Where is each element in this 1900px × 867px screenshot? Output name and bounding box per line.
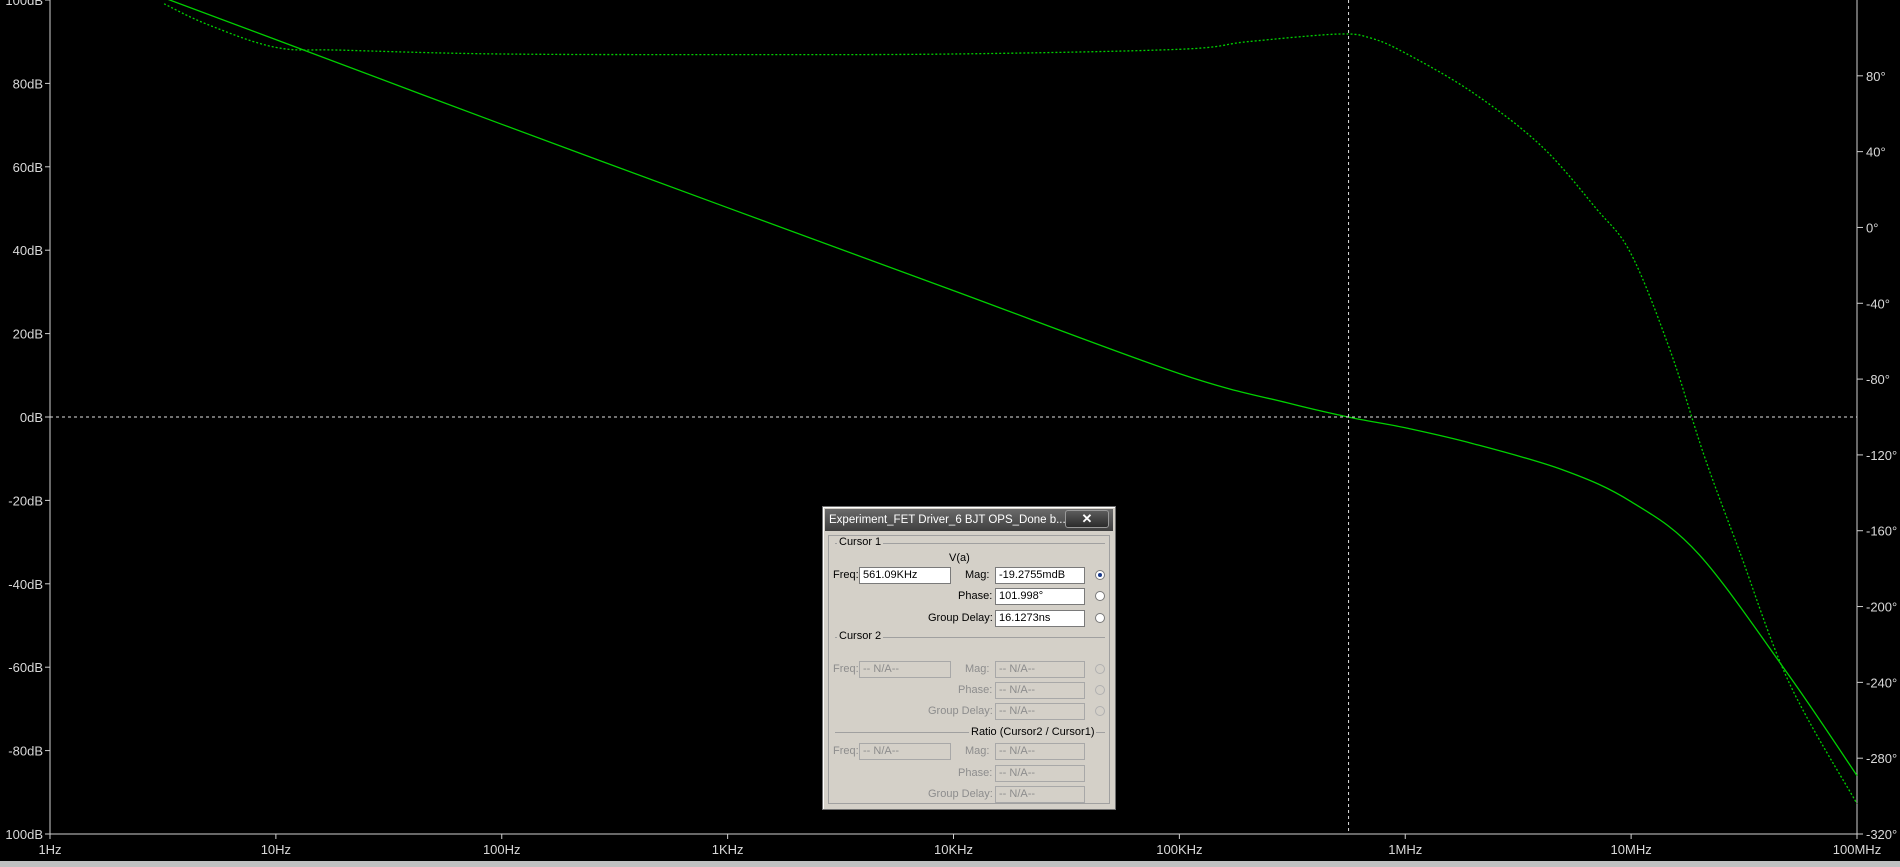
y-left-tick-label: 80dB xyxy=(13,76,43,91)
status-strip xyxy=(0,861,1900,867)
cursor1-phase-radio[interactable] xyxy=(1095,591,1105,601)
cursor1-trace: V(a) xyxy=(949,552,970,564)
cursor1-mag-field[interactable]: -19.2755mdB xyxy=(995,567,1085,584)
cursor2-gd-radio[interactable] xyxy=(1095,706,1105,716)
y-left-tick-label: -20dB xyxy=(8,493,43,508)
x-tick-label: 1MHz xyxy=(1388,842,1422,857)
y-right-tick-label: 80° xyxy=(1866,69,1886,84)
cursor2-mag-radio[interactable] xyxy=(1095,664,1105,674)
cursor2-title: Cursor 2 xyxy=(837,630,884,642)
ratio-mag-field[interactable]: -- N/A-- xyxy=(995,743,1085,760)
cursor2-gd-field[interactable]: -- N/A-- xyxy=(995,703,1085,720)
y-left-tick-label: -60dB xyxy=(8,660,43,675)
x-tick-label: 100MHz xyxy=(1833,842,1881,857)
cursor1-phase-field[interactable]: 101.998° xyxy=(995,588,1085,605)
cursor1-gd-radio[interactable] xyxy=(1095,613,1105,623)
close-icon[interactable]: ✕ xyxy=(1065,510,1109,528)
x-tick-label: 1KHz xyxy=(712,842,744,857)
cursor2-phase-radio[interactable] xyxy=(1095,685,1105,695)
cursor1-gd-field[interactable]: 16.1273ns xyxy=(995,610,1085,627)
y-left-tick-label: 40dB xyxy=(13,243,43,258)
y-right-tick-label: -80° xyxy=(1866,372,1890,387)
cursor-dialog[interactable]: Experiment_FET Driver_6 BJT OPS_Done b..… xyxy=(822,506,1116,810)
cursor1-freq-label: Freq: xyxy=(833,569,859,581)
cursor2-gd-label: Group Delay: xyxy=(928,705,993,717)
x-tick-label: 10Hz xyxy=(261,842,291,857)
y-right-tick-label: 40° xyxy=(1866,145,1886,160)
x-tick-label: 10MHz xyxy=(1611,842,1652,857)
y-right-tick-label: -40° xyxy=(1866,296,1890,311)
cursor2-mag-field[interactable]: -- N/A-- xyxy=(995,661,1085,678)
ratio-gd-field[interactable]: -- N/A-- xyxy=(995,786,1085,803)
ratio-mag-label: Mag: xyxy=(965,745,990,757)
y-right-tick-label: 0° xyxy=(1866,220,1878,235)
y-left-tick-label: -40dB xyxy=(8,577,43,592)
cursor1-phase-label: Phase: xyxy=(958,590,993,602)
y-left-tick-label: -80dB xyxy=(8,744,43,759)
y-right-tick-label: -240° xyxy=(1866,675,1897,690)
cursor2-freq-label: Freq: xyxy=(833,663,859,675)
x-tick-label: 100KHz xyxy=(1156,842,1202,857)
y-left-tick-label: 60dB xyxy=(13,160,43,175)
y-left-tick-label: 0dB xyxy=(20,410,43,425)
y-right-tick-label: -280° xyxy=(1866,751,1897,766)
cursor1-freq-field[interactable]: 561.09KHz xyxy=(859,567,951,584)
y-right-tick-label: -160° xyxy=(1866,524,1897,539)
cursor1-mag-radio[interactable] xyxy=(1095,570,1105,580)
dialog-panel: Cursor 1 V(a) Freq: 561.09KHz Mag: -19.2… xyxy=(828,535,1110,804)
cursor1-title: Cursor 1 xyxy=(837,536,884,548)
x-tick-label: 1Hz xyxy=(38,842,61,857)
x-tick-label: 100Hz xyxy=(483,842,521,857)
ratio-gd-label: Group Delay: xyxy=(928,788,993,800)
cursor1-mag-label: Mag: xyxy=(965,569,990,581)
cursor2-phase-field[interactable]: -- N/A-- xyxy=(995,682,1085,699)
y-left-tick-label: 100dB xyxy=(5,0,43,8)
y-right-tick-label: -120° xyxy=(1866,448,1897,463)
ratio-title: Ratio (Cursor2 / Cursor1) xyxy=(969,726,1097,738)
ratio-phase-field[interactable]: -- N/A-- xyxy=(995,765,1085,782)
ratio-phase-label: Phase: xyxy=(958,767,993,779)
ratio-freq-field[interactable]: -- N/A-- xyxy=(859,743,951,760)
cursor2-freq-field[interactable]: -- N/A-- xyxy=(859,661,951,678)
cursor2-phase-label: Phase: xyxy=(958,684,993,696)
ratio-freq-label: Freq: xyxy=(833,745,859,757)
cursor2-mag-label: Mag: xyxy=(965,663,990,675)
cursor1-gd-label: Group Delay: xyxy=(928,612,993,624)
y-left-tick-label: 20dB xyxy=(13,327,43,342)
x-tick-label: 10KHz xyxy=(934,842,973,857)
y-right-tick-label: -200° xyxy=(1866,600,1897,615)
y-right-tick-label: -320° xyxy=(1866,827,1897,842)
y-left-tick-label: 100dB xyxy=(5,827,43,842)
